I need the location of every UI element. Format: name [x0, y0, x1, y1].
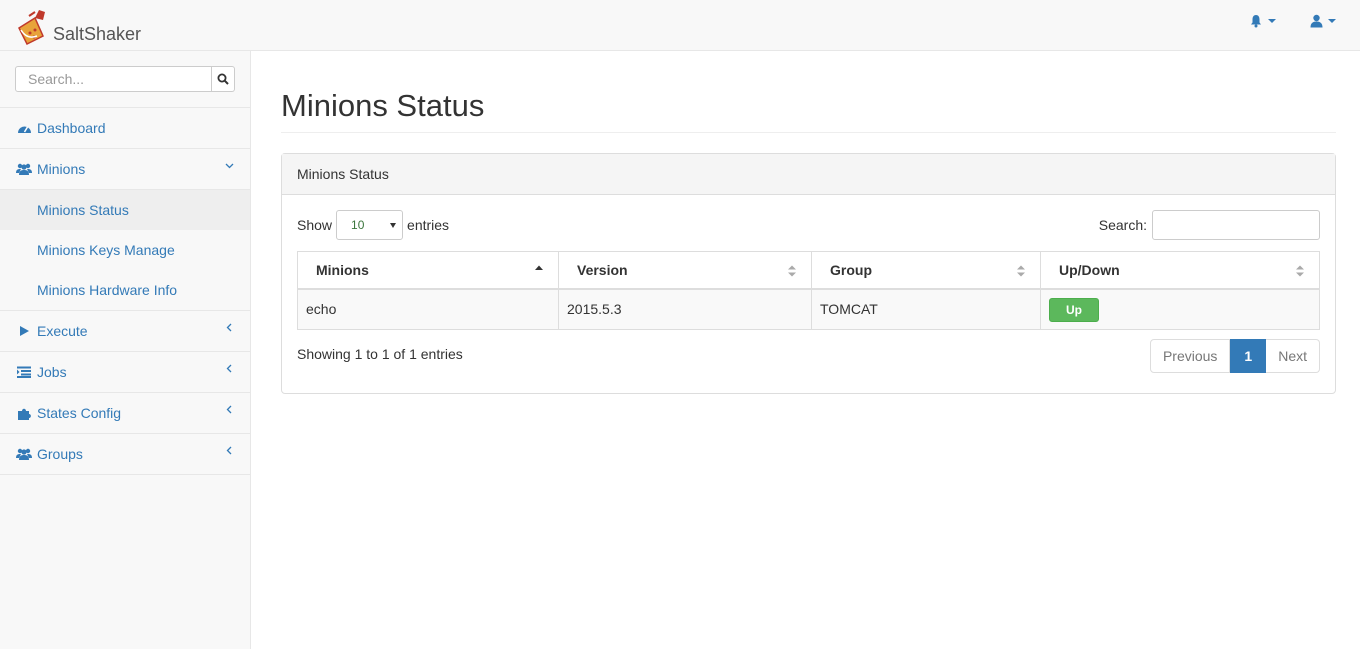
sidebar-item-label: Minions Keys Manage: [37, 242, 175, 258]
table-search-input[interactable]: [1152, 210, 1320, 241]
column-header-group[interactable]: Group: [811, 251, 1041, 290]
dashboard-icon: [16, 121, 32, 135]
minions-status-panel: Minions Status Show 10 entries Search: M…: [281, 153, 1336, 395]
entries-per-page-select[interactable]: 10: [336, 210, 404, 241]
user-dropdown[interactable]: [1310, 14, 1336, 28]
sort-icon: [1017, 265, 1025, 277]
sidebar-search: [0, 51, 250, 108]
pagination: Previous 1 Next: [1149, 339, 1320, 374]
minions-table: Minions Version Group Up/Down echo 2015.…: [297, 251, 1320, 331]
cell-version: 2015.5.3: [558, 288, 812, 331]
sort-ascending-icon: [535, 265, 543, 271]
chevron-left-icon: [226, 446, 232, 455]
sidebar-item-minions-status[interactable]: Minions Status: [0, 190, 250, 230]
table-header-row: Minions Version Group Up/Down: [297, 251, 1320, 290]
page-title: Minions Status: [281, 88, 1336, 134]
sidebar-item-minions-hardware-info[interactable]: Minions Hardware Info: [0, 270, 250, 310]
sidebar-item-label: Dashboard: [37, 120, 106, 136]
users-icon: [16, 162, 32, 176]
chevron-down-icon: [1268, 19, 1276, 23]
sidebar-item-minions[interactable]: Minions: [0, 149, 250, 190]
minions-submenu: Minions Status Minions Keys Manage Minio…: [0, 190, 250, 311]
cell-minion: echo: [297, 288, 559, 331]
search-icon: [217, 73, 229, 85]
app-name: SaltShaker: [53, 24, 142, 44]
sidebar-item-label: Minions Hardware Info: [37, 282, 178, 298]
sidebar-item-minions-keys-manage[interactable]: Minions Keys Manage: [0, 230, 250, 270]
saltshaker-logo: [18, 10, 45, 46]
table-info: Showing 1 to 1 of 1 entries: [297, 346, 463, 363]
column-header-minions[interactable]: Minions: [297, 251, 559, 290]
main-content: Minions Status Minions Status Show 10 en…: [281, 51, 1336, 395]
column-header-version[interactable]: Version: [558, 251, 812, 290]
chevron-left-icon: [226, 364, 232, 373]
sidebar: Dashboard Minions Minions Status Minions…: [0, 51, 251, 649]
sidebar-item-label: Minions Status: [37, 202, 129, 218]
show-label: Show: [297, 217, 333, 234]
status-up-button[interactable]: Up: [1049, 298, 1099, 323]
sort-icon: [1296, 265, 1304, 277]
sidebar-item-dashboard[interactable]: Dashboard: [0, 108, 250, 149]
cell-group: TOMCAT: [811, 288, 1041, 331]
sidebar-item-execute[interactable]: Execute: [0, 311, 250, 352]
bell-icon: [1251, 15, 1261, 28]
previous-page-button[interactable]: Previous: [1149, 339, 1231, 374]
sidebar-item-label: Groups: [37, 446, 83, 462]
brand[interactable]: SaltShaker: [15, 4, 141, 48]
users-icon: [16, 447, 32, 461]
puzzle-icon: [16, 406, 32, 420]
table-filter: Search:: [1098, 210, 1320, 241]
sidebar-item-label: Jobs: [37, 364, 67, 380]
entries-per-page-value: 10: [351, 218, 365, 233]
page-1-button[interactable]: 1: [1230, 339, 1267, 374]
sidebar-item-groups[interactable]: Groups: [0, 434, 250, 475]
list-icon: [16, 365, 32, 379]
chevron-left-icon: [226, 405, 232, 414]
cell-status: Up: [1040, 288, 1320, 331]
chevron-down-icon: [225, 163, 234, 169]
column-header-up-down[interactable]: Up/Down: [1040, 251, 1320, 290]
search-button[interactable]: [212, 66, 235, 92]
search-input[interactable]: [15, 66, 212, 92]
panel-heading: Minions Status: [282, 154, 1335, 196]
sort-icon: [788, 265, 796, 277]
sidebar-item-label: Minions: [37, 161, 86, 177]
next-page-button[interactable]: Next: [1266, 339, 1320, 374]
entries-label: entries: [407, 217, 450, 234]
notifications-dropdown[interactable]: [1249, 14, 1276, 28]
search-label: Search:: [1098, 217, 1147, 234]
user-icon: [1310, 14, 1323, 28]
sidebar-item-jobs[interactable]: Jobs: [0, 352, 250, 393]
chevron-down-icon: [1328, 19, 1336, 23]
chevron-left-icon: [226, 323, 232, 332]
dropdown-arrow-icon: [390, 222, 397, 228]
sidebar-item-states-config[interactable]: States Config: [0, 393, 250, 434]
sidebar-item-label: Execute: [37, 323, 88, 339]
table-row: echo 2015.5.3 TOMCAT Up: [297, 288, 1320, 331]
top-navbar: SaltShaker: [0, 0, 1360, 51]
entries-length-control: Show 10 entries: [297, 210, 450, 241]
sidebar-item-label: States Config: [37, 405, 122, 421]
play-icon: [16, 324, 32, 338]
